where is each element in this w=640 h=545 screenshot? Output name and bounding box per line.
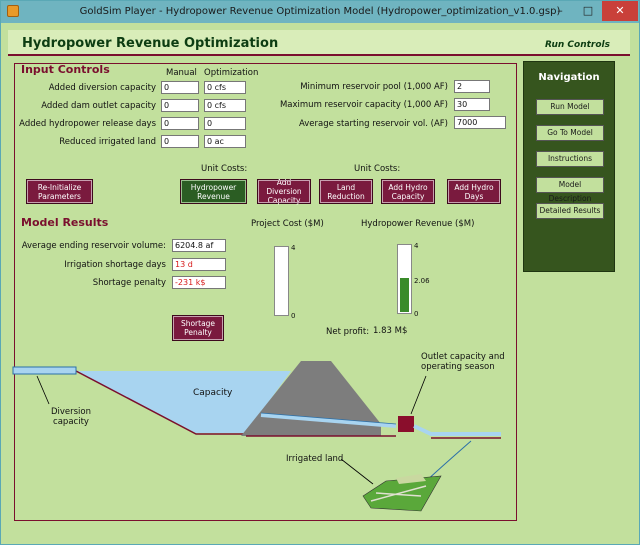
hydro-revenue-max: 4 (414, 242, 419, 250)
app-window: GoldSim Player - Hydropower Revenue Opti… (0, 0, 640, 545)
page-title: Hydropower Revenue Optimization (22, 36, 279, 51)
add-hydro-days-button[interactable]: Add Hydro Days (447, 179, 501, 204)
model-results-heading: Model Results (21, 216, 109, 229)
outlet-capacity-label: Outlet capacity and operating season (421, 352, 505, 372)
opt-irrigated-land-value[interactable]: 0 ac (204, 135, 246, 148)
outlet-structure (398, 416, 414, 432)
project-cost-max: 4 (291, 244, 296, 252)
model-description-button[interactable]: Model Description (536, 177, 604, 203)
manual-outlet-input[interactable]: 0 (161, 99, 199, 112)
manual-irrigated-land-input[interactable]: 0 (161, 135, 199, 148)
minimize-button[interactable]: – (546, 1, 574, 21)
min-pool-input[interactable]: 2 (454, 80, 490, 93)
result-label: Irrigation shortage days (64, 260, 166, 270)
irrigated-land-label: Irrigated land (286, 454, 344, 464)
close-button[interactable]: ✕ (602, 1, 638, 21)
input-label: Reduced irrigated land (59, 137, 156, 147)
hydro-revenue-bar-fill (400, 278, 409, 312)
project-cost-label: Project Cost ($M) (251, 219, 324, 229)
title-bar: GoldSim Player - Hydropower Revenue Opti… (1, 1, 639, 23)
shortage-penalty-button[interactable]: Shortage Penalty (172, 315, 224, 341)
input-label: Added hydropower release days (19, 119, 156, 129)
navigation-title: Navigation (538, 72, 600, 83)
window-title: GoldSim Player - Hydropower Revenue Opti… (79, 6, 561, 17)
starting-volume-input[interactable]: 7000 (454, 116, 506, 129)
hydro-revenue-min: 0 (414, 310, 419, 318)
result-label: Average ending reservoir volume: (21, 241, 166, 251)
project-cost-bar (274, 246, 289, 316)
run-controls-link[interactable]: Run Controls (545, 40, 610, 50)
net-profit-value: 1.83 M$ (373, 326, 408, 336)
run-model-button[interactable]: Run Model (536, 99, 604, 115)
instructions-button[interactable]: Instructions (536, 151, 604, 167)
input-controls-heading: Input Controls (21, 63, 110, 76)
maximize-button[interactable]: □ (574, 1, 602, 21)
unit-costs-label: Unit Costs: (354, 164, 401, 174)
project-cost-min: 0 (291, 312, 296, 320)
max-capacity-input[interactable]: 30 (454, 98, 490, 111)
result-label: Shortage penalty (92, 278, 166, 288)
add-hydro-capacity-button[interactable]: Add Hydro Capacity (381, 179, 435, 204)
input-label: Added dam outlet capacity (41, 101, 156, 111)
unit-costs-label: Unit Costs: (201, 164, 248, 174)
header-bar: Hydropower Revenue Optimization Run Cont… (8, 30, 630, 56)
optimization-column-header: Optimization (204, 68, 259, 78)
navigation-panel: Navigation Run Model Go To Model Instruc… (523, 61, 615, 272)
net-profit-label: Net profit: (326, 327, 370, 337)
hydropower-revenue-button[interactable]: Hydropower Revenue (180, 179, 247, 204)
diversion-channel (12, 366, 77, 375)
capacity-label: Capacity (193, 388, 233, 398)
shortage-days-value: 13 d (172, 258, 226, 271)
hydro-revenue-label: Hydropower Revenue ($M) (361, 219, 475, 229)
reservoir-diagram (12, 361, 501, 512)
add-diversion-button[interactable]: Add Diversion Capacity (257, 178, 311, 205)
reservoir-label: Maximum reservoir capacity (1,000 AF) (279, 100, 448, 110)
manual-column-header: Manual (166, 68, 197, 78)
opt-outlet-value[interactable]: 0 cfs (204, 99, 246, 112)
shortage-penalty-value: -231 k$ (172, 276, 226, 289)
opt-release-days-value[interactable]: 0 (204, 117, 246, 130)
go-to-model-button[interactable]: Go To Model (536, 125, 604, 141)
ending-volume-value: 6204.8 af (172, 239, 226, 252)
hydro-revenue-bar (397, 244, 412, 314)
input-label: Added diversion capacity (48, 83, 156, 93)
manual-diversion-input[interactable]: 0 (161, 81, 199, 94)
detailed-results-button[interactable]: Detailed Results (536, 203, 604, 219)
reservoir-label: Average starting reservoir vol. (AF) (298, 119, 448, 129)
opt-diversion-value[interactable]: 0 cfs (204, 81, 246, 94)
reservoir-label: Minimum reservoir pool (1,000 AF) (300, 82, 448, 92)
manual-release-days-input[interactable]: 0 (161, 117, 199, 130)
hydro-revenue-current: 2.06 (414, 277, 430, 285)
reinitialize-button[interactable]: Re-Initialize Parameters (26, 179, 93, 204)
diversion-capacity-label: Diversion capacity (50, 407, 92, 427)
land-reduction-button[interactable]: Land Reduction (319, 179, 373, 204)
